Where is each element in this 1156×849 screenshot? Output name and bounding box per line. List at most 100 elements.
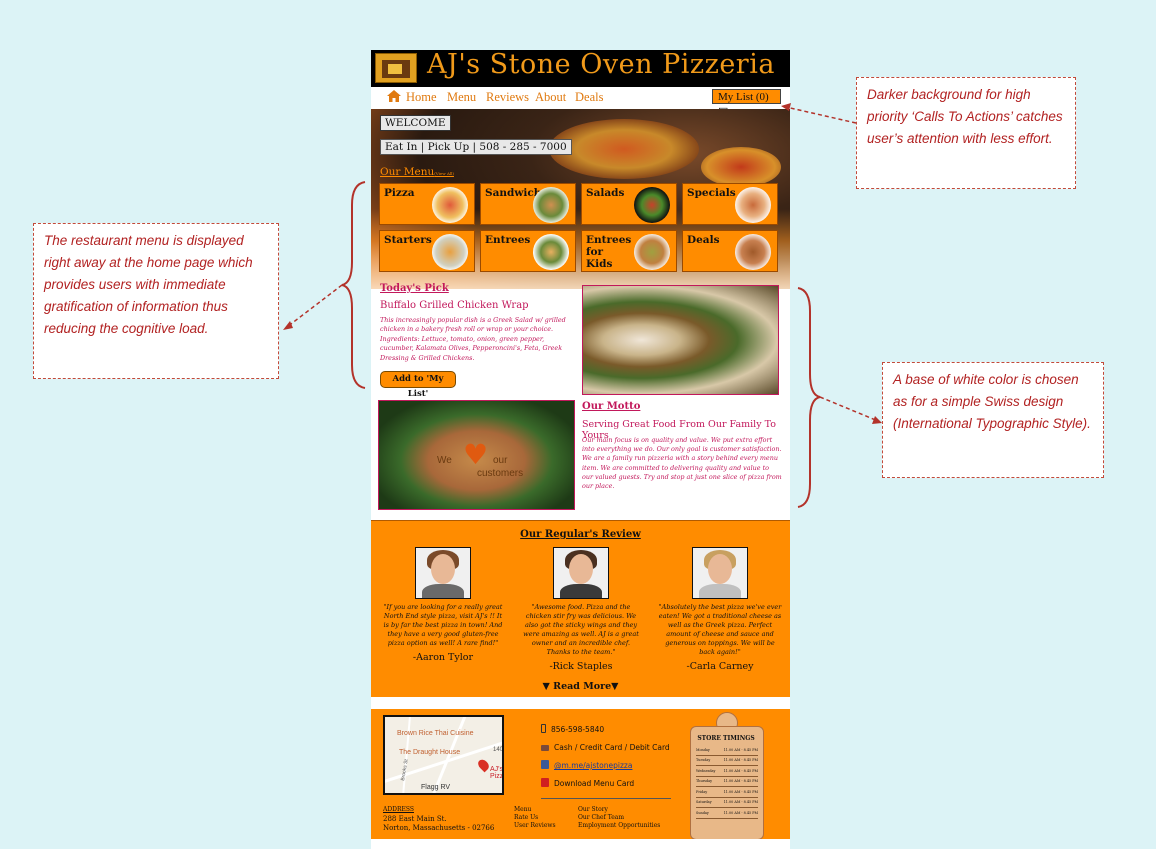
- location-map[interactable]: Brown Rice Thai Cuisine The Draught Hous…: [383, 715, 504, 795]
- annotation-menu: The restaurant menu is displayed right a…: [33, 223, 279, 379]
- pizza-image-2: [701, 147, 781, 187]
- add-to-my-list-button[interactable]: Add to 'My List': [380, 371, 456, 399]
- phone-row[interactable]: 856-598-5840: [541, 724, 604, 734]
- menu-tile-pizza[interactable]: Pizza: [379, 183, 475, 225]
- todays-pick-dish: Buffalo Grilled Chicken Wrap: [380, 300, 529, 311]
- review-card: "Absolutely the best pizza we've ever ea…: [650, 547, 790, 672]
- address-line-1: 288 East Main St.: [383, 815, 447, 823]
- avatar: [553, 547, 609, 599]
- footer-link-rate-us[interactable]: Rate Us: [514, 814, 556, 822]
- website-mockup: AJ's Stone Oven Pizzeria Home Menu Revie…: [371, 50, 790, 849]
- timings-hours: 11.00 AM - 8.45 PM: [718, 745, 758, 756]
- facebook-row[interactable]: @m.me/ajstonepizza: [541, 760, 632, 770]
- arrow-left-head: [283, 321, 293, 330]
- nav-home[interactable]: Home: [406, 90, 437, 105]
- download-menu-link[interactable]: Download Menu Card: [554, 779, 634, 788]
- timings-day: Sunday: [696, 807, 719, 819]
- veg-caption-our: our: [493, 455, 508, 466]
- annotation-cta: Darker background for high priority ‘Cal…: [856, 77, 1076, 189]
- facebook-icon: [541, 760, 549, 769]
- review-name: -Aaron Tylor: [412, 652, 474, 663]
- timings-day: Monday: [696, 745, 719, 756]
- annotation-cta-text: Darker background for high priority ‘Cal…: [867, 87, 1063, 146]
- home-icon[interactable]: [387, 90, 401, 102]
- map-label: Brown Rice Thai Cuisine: [397, 730, 474, 737]
- facebook-link[interactable]: @m.me/ajstonepizza: [554, 761, 632, 770]
- footer-link-menu[interactable]: Menu: [514, 806, 556, 814]
- nav-about[interactable]: About: [535, 90, 566, 105]
- logo-icon: [375, 53, 417, 83]
- map-label: Brooks St: [400, 758, 410, 782]
- menu-tile-salads[interactable]: Salads: [581, 183, 677, 225]
- avatar: [692, 547, 748, 599]
- read-more-label: Read More: [553, 681, 612, 692]
- menu-tile-specials[interactable]: Specials: [682, 183, 778, 225]
- specials-food-icon: [735, 187, 771, 223]
- view-all-link[interactable]: (View All): [434, 171, 454, 176]
- read-more-button[interactable]: ▼ Read More▼: [371, 681, 790, 692]
- review-quote: "Absolutely the best pizza we've ever ea…: [658, 603, 782, 656]
- menu-tile-sandwiches[interactable]: Sandwiches: [480, 183, 576, 225]
- phone-number: 856-598-5840: [551, 725, 605, 734]
- timings-row: Wednesday 11.00 AM - 8.45 PM: [696, 765, 758, 777]
- reviews-title: Our Regular's Review: [520, 529, 641, 540]
- timings-hours: 11.00 AM - 8.45 PM: [718, 755, 758, 766]
- footer-link-user-reviews[interactable]: User Reviews: [514, 822, 556, 830]
- credit-card-icon: [541, 745, 549, 751]
- timings-hours: 11.00 AM - 8.45 PM: [718, 776, 758, 787]
- main-nav: Home Menu Reviews About Deals My List (0…: [371, 87, 790, 118]
- timings-row: Friday 11.00 AM - 8.45 PM: [696, 786, 758, 798]
- timings-hours: 11.00 AM - 8.45 PM: [718, 786, 758, 798]
- footer-links-col-2: Our Story Our Chef Team Employment Oppor…: [578, 806, 660, 830]
- map-label: The Draught House: [399, 749, 461, 756]
- timings-hours: 11.00 AM - 8.45 PM: [718, 807, 758, 819]
- menu-tile-deals[interactable]: Deals: [682, 230, 778, 272]
- timings-row: Saturday 11.00 AM - 8.45 PM: [696, 797, 758, 808]
- timings-row: Sunday 11.00 AM - 8.45 PM: [696, 807, 758, 819]
- download-row[interactable]: Download Menu Card: [541, 778, 634, 788]
- reviews-section: Our Regular's Review "If you are looking…: [371, 520, 790, 697]
- annotation-white-base-text: A base of white color is chosen as for a…: [893, 372, 1091, 431]
- entrees-food-icon: [533, 234, 569, 270]
- timings-day: Friday: [696, 786, 719, 798]
- site-footer: Brown Rice Thai Cuisine The Draught Hous…: [371, 709, 790, 840]
- our-menu-label: Our Menu: [380, 166, 435, 178]
- review-name: -Carla Carney: [686, 661, 754, 672]
- nav-menu[interactable]: Menu: [447, 90, 476, 105]
- menu-tile-entrees-for-kids[interactable]: Entrees for Kids: [581, 230, 677, 272]
- triangle-down-icon: ▼: [542, 681, 550, 692]
- nav-reviews[interactable]: Reviews: [486, 90, 529, 105]
- menu-tile-label: Pizza: [384, 187, 415, 199]
- my-list-button[interactable]: My List (0) ▣: [712, 89, 781, 118]
- footer-link-our-story[interactable]: Our Story: [578, 806, 660, 814]
- deals-food-icon: [735, 234, 771, 270]
- salad-food-icon: [634, 187, 670, 223]
- review-card: "If you are looking for a really great N…: [373, 547, 513, 663]
- menu-tile-entrees[interactable]: Entrees: [480, 230, 576, 272]
- todays-pick-description: This increasingly popular dish is a Gree…: [380, 316, 566, 362]
- timings-row: Thursday 11.00 AM - 8.45 PM: [696, 776, 758, 787]
- footer-link-employment[interactable]: Employment Opportunities: [578, 822, 660, 830]
- motto-description: Our main focus is on quality and value. …: [582, 436, 782, 491]
- footer-link-chef-team[interactable]: Our Chef Team: [578, 814, 660, 822]
- bottom-spacer: [371, 839, 790, 849]
- avatar: [415, 547, 471, 599]
- timings-row: Tuesday 11.00 AM - 8.45 PM: [696, 755, 758, 766]
- menu-tile-label: Deals: [687, 234, 720, 246]
- welcome-badge: WELCOME: [380, 115, 451, 131]
- arrow-right-top-line: [785, 106, 857, 124]
- footer-links-col-1: Menu Rate Us User Reviews: [514, 806, 556, 830]
- site-header: AJ's Stone Oven Pizzeria: [371, 50, 790, 87]
- kids-food-icon: [634, 234, 670, 270]
- left-brace: [341, 181, 366, 389]
- map-label: AJ's Pizzeria: [490, 766, 504, 780]
- chicken-wrap-image: [582, 285, 779, 395]
- nav-deals[interactable]: Deals: [575, 90, 603, 105]
- timings-hours: 11.00 AM - 8.45 PM: [718, 765, 758, 777]
- store-timings-title: STORE TIMINGS: [697, 735, 755, 742]
- veg-caption-customers: customers: [477, 468, 524, 479]
- review-card: "Awesome food. Pizza and the chicken sti…: [511, 547, 651, 672]
- menu-tile-label: Salads: [586, 187, 625, 199]
- menu-tile-starters[interactable]: Starters: [379, 230, 475, 272]
- our-menu-heading[interactable]: Our Menu(View All): [380, 166, 454, 178]
